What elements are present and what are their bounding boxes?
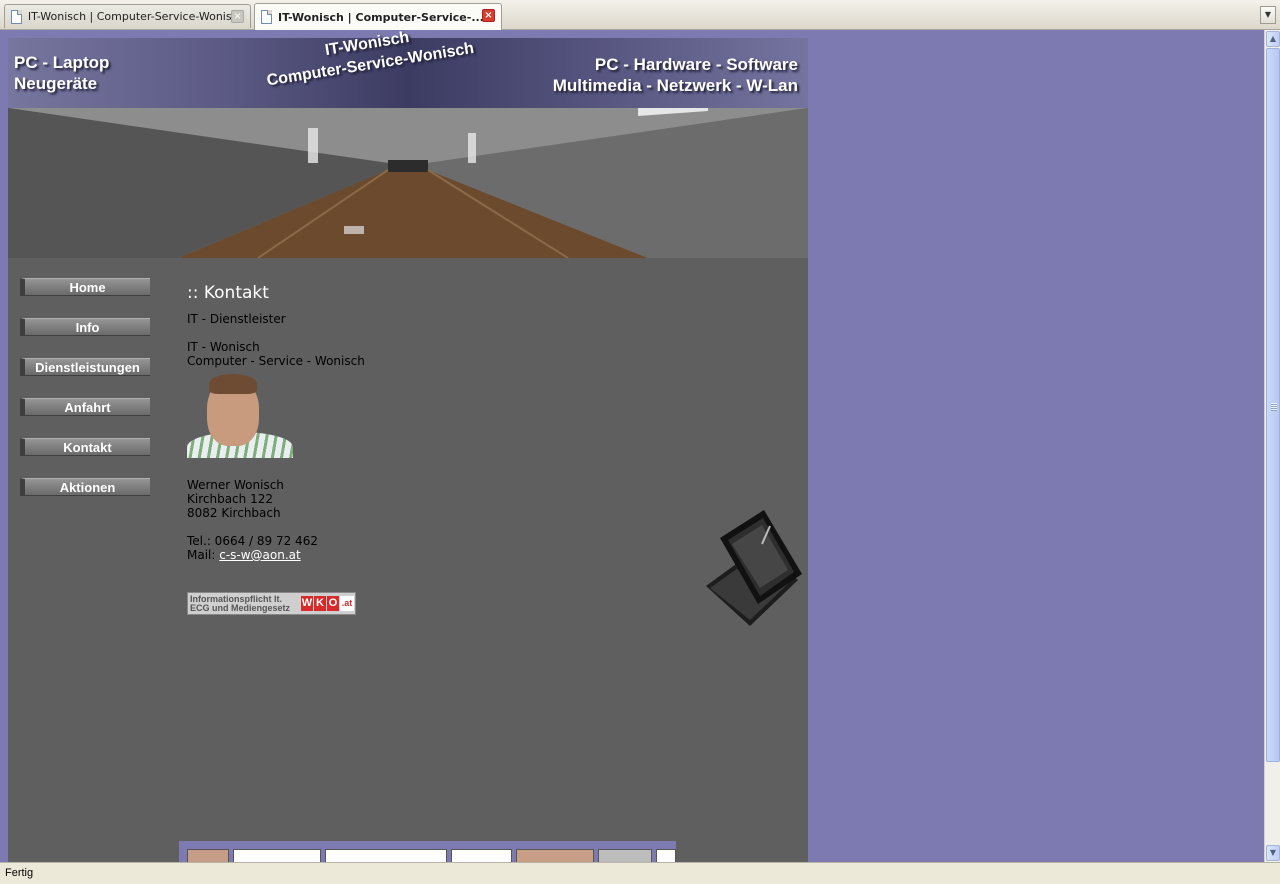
document-icon: [261, 10, 272, 24]
scroll-up-icon[interactable]: ▲: [1266, 31, 1280, 47]
contact-city: 8082 Kirchbach: [187, 506, 281, 520]
portrait-photo: [187, 374, 293, 458]
mail-label: Mail:: [187, 548, 220, 562]
wko-badge-text: Informationspflicht lt. ECG und Medienge…: [190, 593, 291, 613]
contact-mail-row: Mail: c-s-w@aon.at: [187, 548, 365, 562]
company-line1: IT - Wonisch: [187, 340, 260, 354]
page-viewport: PC - Laptop Neugeräte IT-Wonisch Compute…: [0, 30, 1264, 862]
vertical-scrollbar[interactable]: ▲ ▼: [1264, 30, 1280, 862]
header-right-text: PC - Hardware - Software Multimedia - Ne…: [553, 54, 798, 96]
corridor-illustration: [8, 108, 808, 258]
contact-street: Kirchbach 122: [187, 492, 273, 506]
wko-logo: W K O .at: [301, 596, 355, 611]
wko-information-badge[interactable]: Informationspflicht lt. ECG und Medienge…: [187, 592, 356, 615]
header-logo-text: IT-Wonisch Computer-Service-Wonisch: [262, 30, 476, 91]
tab-bar: IT-Wonisch | Computer-Service-Wonisc... …: [0, 0, 1280, 30]
tab-label: IT-Wonisch | Computer-Service-...: [278, 10, 484, 24]
close-tab-icon[interactable]: ×: [231, 10, 244, 23]
nav-aktionen-button[interactable]: Aktionen: [20, 478, 150, 496]
wko-logo-letter: W: [301, 596, 313, 611]
corridor-banner-image: [8, 108, 808, 258]
tablet-laptop-image: [706, 510, 802, 626]
close-tab-icon[interactable]: ×: [482, 9, 495, 22]
header-right-line1: PC - Hardware - Software: [594, 55, 798, 74]
nav-info-button[interactable]: Info: [20, 318, 150, 336]
contact-name: Werner Wonisch: [187, 478, 284, 492]
header-right-line2: Multimedia - Netzwerk - W-Lan: [552, 76, 798, 95]
company-line2: Computer - Service - Wonisch: [187, 354, 365, 368]
thumbnail-strip: [179, 841, 676, 862]
wko-logo-letter: .at: [340, 596, 354, 611]
status-text: Fertig: [5, 867, 34, 879]
wko-logo-letter: O: [327, 596, 339, 611]
site-header: PC - Laptop Neugeräte IT-Wonisch Compute…: [8, 30, 808, 108]
main-content: :: Kontakt IT - Dienstleister IT - Wonis…: [187, 283, 365, 615]
contact-tel: Tel.: 0664 / 89 72 462: [187, 534, 318, 548]
thumbnail[interactable]: [656, 849, 676, 862]
header-left-text: PC - Laptop Neugeräte: [14, 52, 109, 94]
scrollbar-grip-icon: [1271, 403, 1277, 411]
thumbnail[interactable]: [187, 849, 229, 862]
header-left-line2: Neugeräte: [14, 74, 98, 93]
header-left-line1: PC - Laptop: [14, 53, 110, 72]
thumbnail[interactable]: [598, 849, 652, 862]
status-bar: Fertig: [0, 862, 1280, 884]
document-icon: [11, 9, 22, 24]
scrollbar-thumb[interactable]: [1266, 48, 1280, 762]
nav-anfahrt-button[interactable]: Anfahrt: [20, 398, 150, 416]
nav-kontakt-button[interactable]: Kontakt: [20, 438, 150, 456]
scroll-down-icon[interactable]: ▼: [1266, 845, 1280, 861]
nav-dienstleistungen-button[interactable]: Dienstleistungen: [20, 358, 150, 376]
wko-logo-letter: K: [314, 596, 326, 611]
thumbnail[interactable]: [516, 849, 594, 862]
thumbnail[interactable]: [233, 849, 321, 862]
tab-label: IT-Wonisch | Computer-Service-Wonisc...: [27, 10, 244, 23]
thumbnail[interactable]: [451, 849, 512, 862]
site-container: PC - Laptop Neugeräte IT-Wonisch Compute…: [8, 30, 808, 862]
subtitle: IT - Dienstleister: [187, 312, 286, 326]
tab-list-dropdown-icon[interactable]: ▼: [1260, 6, 1276, 24]
thumbnail[interactable]: [325, 849, 447, 862]
nav-home-button[interactable]: Home: [20, 278, 150, 296]
tab-inactive[interactable]: IT-Wonisch | Computer-Service-Wonisc... …: [4, 4, 251, 28]
page-title: :: Kontakt: [187, 283, 269, 303]
main-navigation: Home Info Dienstleistungen Anfahrt Konta…: [20, 278, 150, 518]
mail-link[interactable]: c-s-w@aon.at: [219, 548, 301, 562]
tab-active[interactable]: IT-Wonisch | Computer-Service-... ×: [254, 3, 502, 30]
